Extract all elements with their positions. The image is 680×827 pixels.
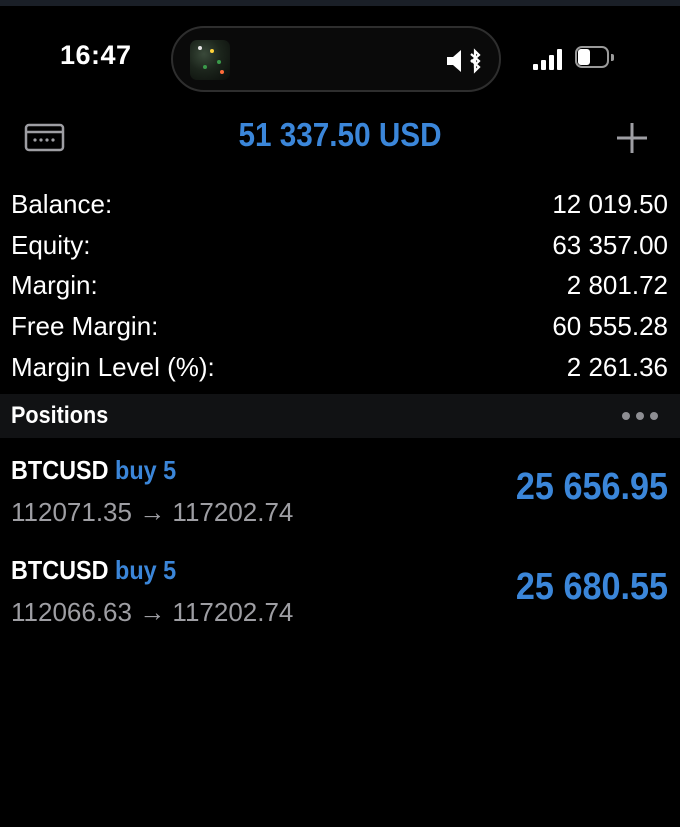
position-prices: 112066.63 → 117202.74 bbox=[11, 597, 294, 627]
position-side-volume: buy 5 bbox=[115, 455, 177, 485]
top-edge bbox=[0, 0, 680, 6]
margin-label: Margin: bbox=[11, 270, 98, 301]
position-row[interactable]: BTCUSD buy 5 112066.63 → 117202.74 25 68… bbox=[0, 555, 680, 655]
equity-value: 63 357.00 bbox=[552, 229, 668, 260]
account-summary: Balance: 12 019.50 Equity: 63 357.00 Mar… bbox=[0, 184, 680, 387]
cellular-signal-icon bbox=[533, 48, 567, 70]
position-profit: 25 680.55 bbox=[515, 566, 668, 608]
equity-label: Equity: bbox=[11, 229, 91, 260]
position-prices: 112071.35 → 117202.74 bbox=[11, 497, 294, 527]
status-time: 16:47 bbox=[60, 40, 132, 70]
battery-icon bbox=[575, 46, 615, 70]
free-margin-row: Free Margin: 60 555.28 bbox=[0, 306, 680, 347]
dynamic-island[interactable] bbox=[171, 26, 501, 92]
position-title: BTCUSD buy 5 bbox=[11, 455, 176, 486]
plus-icon[interactable] bbox=[614, 120, 650, 156]
position-profit: 25 656.95 bbox=[515, 466, 668, 508]
speaker-bluetooth-icon bbox=[447, 48, 481, 74]
position-side-volume: buy 5 bbox=[115, 555, 177, 585]
balance-label: Balance: bbox=[11, 189, 113, 219]
position-symbol: BTCUSD bbox=[11, 455, 109, 485]
margin-value: 2 801.72 bbox=[566, 270, 668, 301]
positions-section-header: Positions bbox=[0, 394, 680, 438]
balance-value: 12 019.50 bbox=[552, 189, 668, 219]
more-options-icon[interactable] bbox=[620, 412, 660, 422]
position-title: BTCUSD buy 5 bbox=[11, 555, 176, 586]
now-playing-artwork bbox=[190, 40, 230, 80]
equity-row: Equity: 63 357.00 bbox=[0, 225, 680, 266]
margin-level-label: Margin Level (%): bbox=[11, 351, 215, 382]
position-row[interactable]: BTCUSD buy 5 112071.35 → 117202.74 25 65… bbox=[0, 455, 680, 555]
free-margin-label: Free Margin: bbox=[11, 311, 159, 342]
account-equity-title: 51 337.50 USD bbox=[238, 116, 442, 153]
margin-level-value: 2 261.36 bbox=[566, 351, 668, 382]
positions-title: Positions bbox=[11, 402, 109, 429]
margin-level-row: Margin Level (%): 2 261.36 bbox=[0, 347, 680, 388]
margin-row: Margin: 2 801.72 bbox=[0, 265, 680, 306]
position-symbol: BTCUSD bbox=[11, 555, 109, 585]
balance-row: Balance: 12 019.50 bbox=[0, 184, 680, 225]
free-margin-value: 60 555.28 bbox=[552, 311, 668, 342]
